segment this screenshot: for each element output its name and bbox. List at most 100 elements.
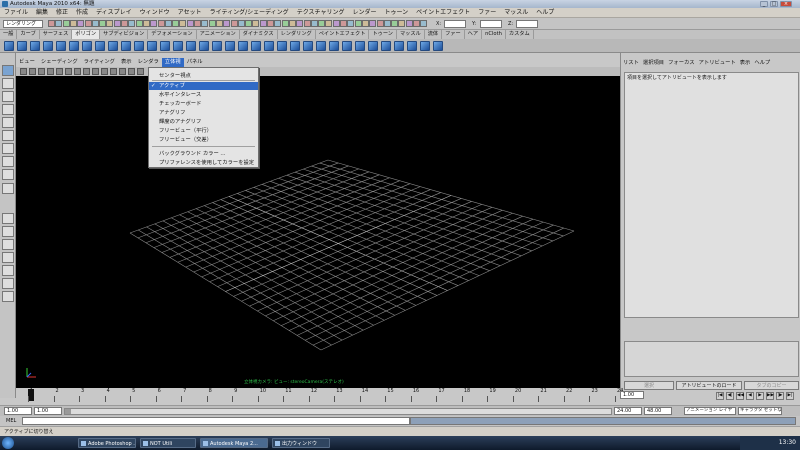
- tool-icon[interactable]: [2, 213, 14, 224]
- panel-tool-icon[interactable]: [137, 68, 144, 75]
- status-tool-icon[interactable]: [332, 20, 340, 27]
- attribute-editor-notes[interactable]: [624, 341, 799, 377]
- taskbar-item[interactable]: Autodesk Maya 2...: [200, 438, 268, 448]
- status-tool-icon[interactable]: [62, 20, 70, 27]
- panel-menu-item[interactable]: 立体視: [161, 58, 184, 67]
- menu-set-select[interactable]: レンダリング: [3, 20, 43, 28]
- time-slider[interactable]: 123456789101112131415161718192021222324: [16, 388, 623, 404]
- polygon-tool-icon[interactable]: [30, 41, 40, 51]
- tool-icon[interactable]: [2, 104, 14, 115]
- polygon-tool-icon[interactable]: [121, 41, 131, 51]
- polygon-tool-icon[interactable]: [433, 41, 443, 51]
- tool-icon[interactable]: [2, 130, 14, 141]
- status-tool-icon[interactable]: [201, 20, 209, 27]
- polygon-tool-icon[interactable]: [4, 41, 14, 51]
- polygon-tool-icon[interactable]: [43, 41, 53, 51]
- shelf-tab[interactable]: 一般: [0, 30, 18, 39]
- stereo-menu-item[interactable]: フリービュー（平行）: [149, 127, 258, 135]
- panel-tool-icon[interactable]: [92, 68, 99, 75]
- polygon-tool-icon[interactable]: [342, 41, 352, 51]
- status-tool-icon[interactable]: [354, 20, 362, 27]
- polygon-tool-icon[interactable]: [251, 41, 261, 51]
- status-tool-icon[interactable]: [376, 20, 384, 27]
- menu-item[interactable]: ファー: [474, 8, 500, 18]
- menu-item[interactable]: ウィンドウ: [136, 8, 174, 18]
- polygon-tool-icon[interactable]: [316, 41, 326, 51]
- stereo-menu-item[interactable]: センター視点: [149, 72, 258, 80]
- range-handle[interactable]: [65, 409, 71, 414]
- attribute-menu-item[interactable]: アトリビュート: [697, 58, 738, 68]
- stereo-menu-item[interactable]: ✓ アクティブ: [149, 82, 258, 90]
- panel-menu-item[interactable]: ライティング: [81, 58, 118, 67]
- select-tool-icon[interactable]: [2, 65, 14, 76]
- end-time-field[interactable]: 48.00: [644, 407, 672, 415]
- status-tool-icon[interactable]: [113, 20, 121, 27]
- attribute-menu-item[interactable]: ヘルプ: [752, 58, 772, 68]
- tool-icon[interactable]: [2, 169, 14, 180]
- panel-menu-item[interactable]: レンダラ: [135, 58, 162, 67]
- tool-icon[interactable]: [2, 117, 14, 128]
- current-frame-field[interactable]: 1.00: [620, 391, 644, 399]
- status-tool-icon[interactable]: [128, 20, 136, 27]
- polygon-tool-icon[interactable]: [212, 41, 222, 51]
- status-tool-icon[interactable]: [55, 20, 63, 27]
- polygon-tool-icon[interactable]: [56, 41, 66, 51]
- polygon-tool-icon[interactable]: [225, 41, 235, 51]
- panel-tool-icon[interactable]: [65, 68, 72, 75]
- status-tool-icon[interactable]: [413, 20, 420, 27]
- menu-item[interactable]: ライティング/シェーディング: [206, 8, 293, 18]
- polygon-tool-icon[interactable]: [69, 41, 79, 51]
- shelf-tab[interactable]: サブディビジョン: [100, 30, 149, 39]
- status-tool-icon[interactable]: [391, 20, 399, 27]
- polygon-tool-icon[interactable]: [238, 41, 248, 51]
- polygon-tool-icon[interactable]: [160, 41, 170, 51]
- polygon-tool-icon[interactable]: [381, 41, 391, 51]
- polygon-tool-icon[interactable]: [407, 41, 417, 51]
- polygon-tool-icon[interactable]: [290, 41, 300, 51]
- stereo-menu-item[interactable]: プリファレンスを使用してカラーを設定: [149, 159, 258, 167]
- status-tool-icon[interactable]: [106, 20, 114, 27]
- tool-icon[interactable]: [2, 156, 14, 167]
- shelf-tab[interactable]: 流体: [425, 30, 443, 39]
- polygon-tool-icon[interactable]: [264, 41, 274, 51]
- tool-icon[interactable]: [2, 239, 14, 250]
- status-tool-icon[interactable]: [361, 20, 369, 27]
- tool-icon[interactable]: [2, 226, 14, 237]
- polygon-tool-icon[interactable]: [368, 41, 378, 51]
- z-field[interactable]: [516, 20, 538, 28]
- status-tool-icon[interactable]: [77, 20, 85, 27]
- status-tool-icon[interactable]: [142, 20, 150, 27]
- playback-button[interactable]: ▶▶: [766, 392, 774, 400]
- stereo-menu-item[interactable]: アナグリフ: [149, 109, 258, 117]
- panel-menu-item[interactable]: パネル: [184, 58, 206, 67]
- status-tool-icon[interactable]: [303, 20, 311, 27]
- polygon-tool-icon[interactable]: [186, 41, 196, 51]
- menu-item[interactable]: テクスチャリング: [293, 8, 349, 18]
- polygon-tool-icon[interactable]: [355, 41, 365, 51]
- menu-item[interactable]: レンダー: [348, 8, 380, 18]
- load-attributes-button[interactable]: アトリビュートのロード: [676, 381, 742, 390]
- tool-icon[interactable]: [2, 278, 14, 289]
- stereo-menu-item[interactable]: フリービュー（交差）: [149, 136, 258, 144]
- select-button[interactable]: 選択: [624, 381, 674, 390]
- stereo-menu-item[interactable]: バックグラウンド カラー ...: [149, 150, 258, 158]
- polygon-tool-icon[interactable]: [394, 41, 404, 51]
- shelf-tab[interactable]: カーブ: [17, 30, 40, 39]
- attribute-menu-item[interactable]: リスト: [621, 58, 641, 68]
- status-tool-icon[interactable]: [340, 20, 347, 27]
- menu-item[interactable]: 作成: [72, 8, 92, 18]
- tool-icon[interactable]: [2, 265, 14, 276]
- stereo-menu-item[interactable]: チェッカーボード: [149, 100, 258, 108]
- polygon-tool-icon[interactable]: [173, 41, 183, 51]
- taskbar-item[interactable]: NOT Utili: [140, 438, 196, 448]
- copy-tab-button[interactable]: タブのコピー: [744, 381, 799, 390]
- playback-button[interactable]: ▶|: [786, 392, 794, 400]
- status-tool-icon[interactable]: [172, 20, 180, 27]
- tool-icon[interactable]: [2, 291, 14, 302]
- playback-button[interactable]: ◀◀: [736, 392, 744, 400]
- shelf-tab[interactable]: カスタム: [506, 30, 534, 39]
- status-tool-icon[interactable]: [164, 20, 172, 27]
- shelf-tab[interactable]: ペイントエフェクト: [316, 30, 370, 39]
- polygon-tool-icon[interactable]: [82, 41, 92, 51]
- panel-tool-icon[interactable]: [83, 68, 90, 75]
